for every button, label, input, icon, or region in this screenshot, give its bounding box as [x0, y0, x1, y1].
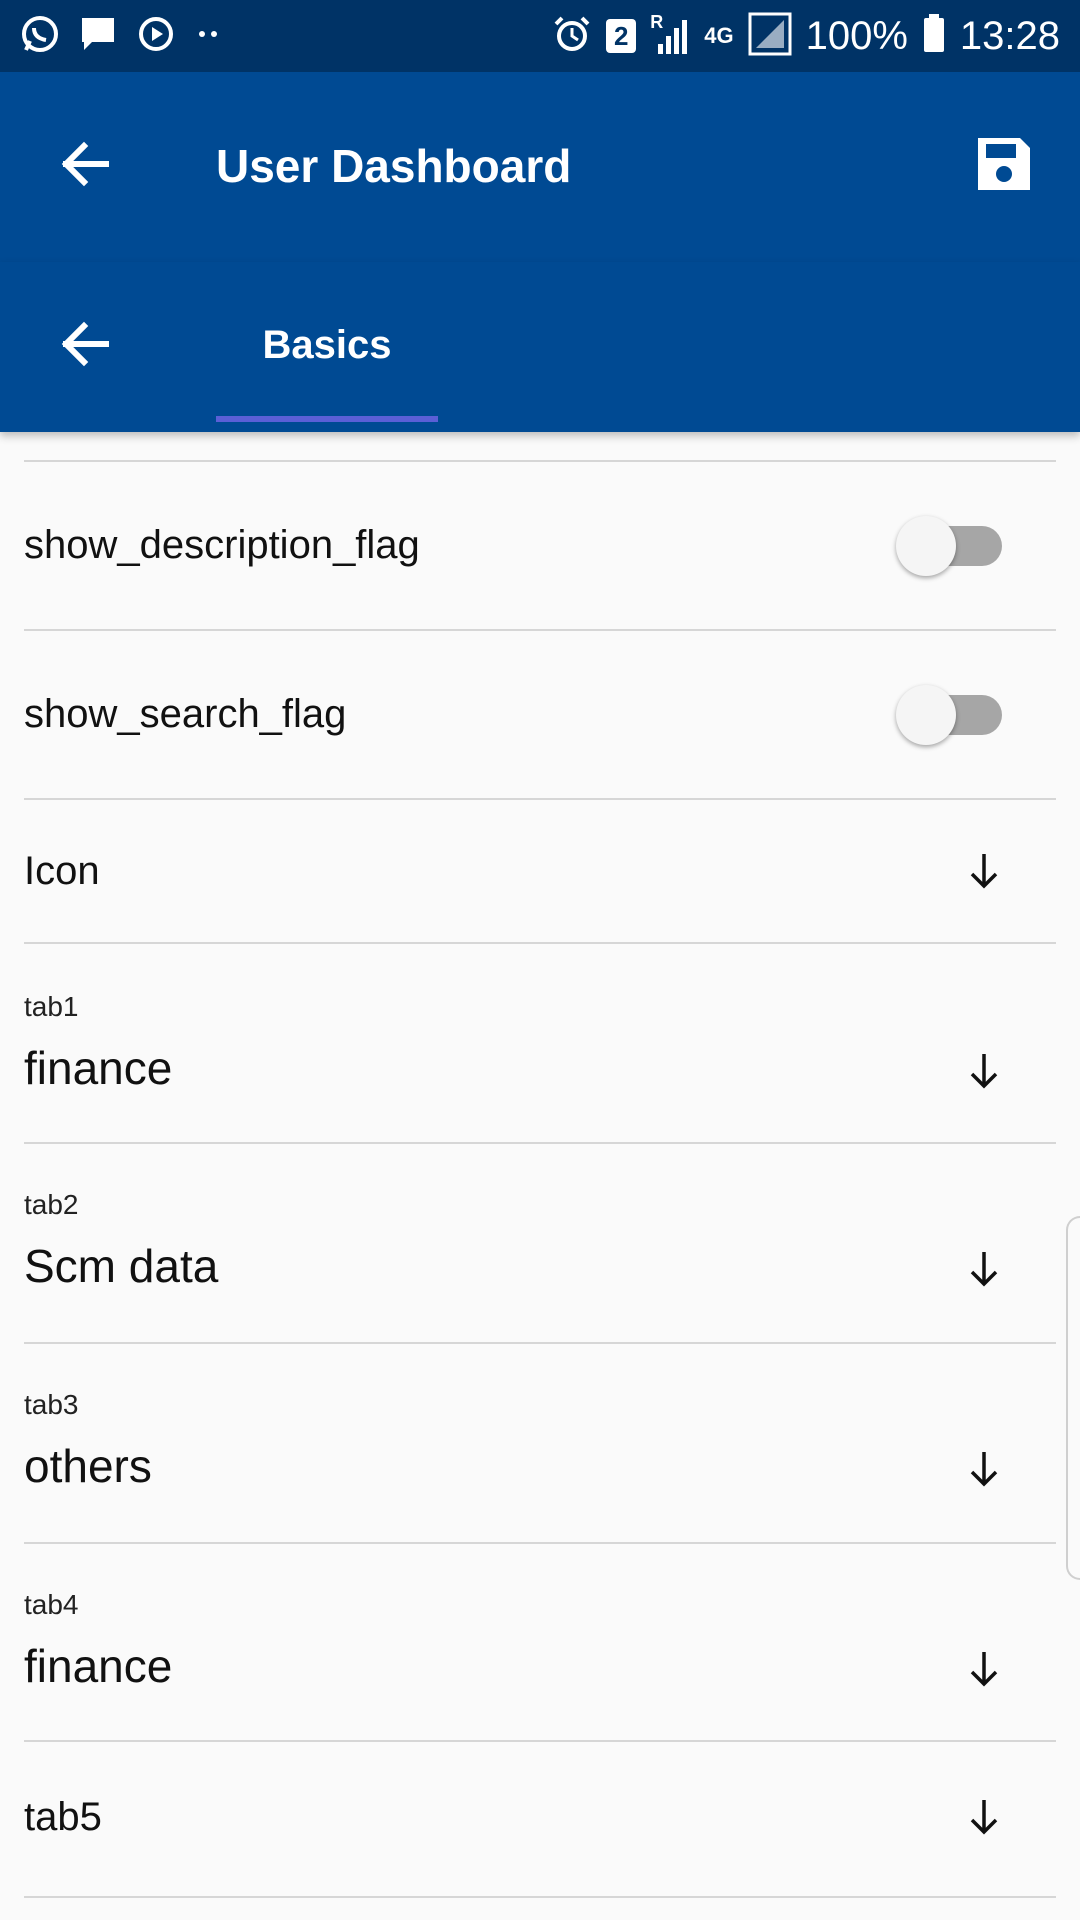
save-icon	[974, 134, 1034, 199]
tab-basics[interactable]: Basics	[216, 262, 438, 432]
show-search-toggle[interactable]	[896, 683, 1006, 747]
toggle-label: show_description_flag	[24, 523, 420, 567]
clock: 13:28	[959, 13, 1060, 58]
select-value: Scm data	[24, 1240, 219, 1292]
battery-percent: 100%	[805, 13, 908, 58]
toggle-thumb	[896, 516, 956, 576]
tab4-select[interactable]: tab4 finance	[0, 1544, 1080, 1742]
play-circle-icon	[136, 14, 176, 59]
arrow-down-icon	[960, 1792, 1008, 1840]
back-button[interactable]	[48, 130, 120, 202]
battery-icon	[922, 13, 946, 59]
select-label: tab3	[24, 1389, 79, 1420]
tab5-select[interactable]: tab5	[0, 1742, 1080, 1898]
arrow-down-icon	[960, 1046, 1008, 1094]
select-label: Icon	[24, 849, 100, 893]
whatsapp-icon	[20, 14, 60, 59]
arrow-down-icon	[960, 1644, 1008, 1692]
system-icons: 2 R 4G 100% 13:28	[552, 12, 1060, 60]
more-dots-icon	[194, 14, 224, 59]
select-label: tab5	[24, 1795, 102, 1839]
app-bar: User Dashboard	[0, 72, 1080, 262]
arrow-down-icon	[960, 846, 1008, 894]
select-label: tab4	[24, 1589, 79, 1620]
settings-list: show_description_flag show_search_flag I…	[0, 432, 1080, 1920]
icon-select[interactable]: Icon	[0, 800, 1080, 942]
tab1-select[interactable]: tab1 finance	[0, 944, 1080, 1142]
page-title: User Dashboard	[216, 140, 572, 192]
signal-icon: R	[650, 12, 690, 56]
select-value: finance	[24, 1042, 173, 1094]
list-item-show-search-flag: show_search_flag	[0, 631, 1080, 799]
scroll-handle[interactable]	[1066, 1216, 1080, 1580]
network-type: 4G	[704, 23, 734, 48]
arrow-down-icon	[960, 1444, 1008, 1492]
toggle-thumb	[896, 685, 956, 745]
list-item-show-description-flag: show_description_flag	[0, 462, 1080, 630]
select-label: tab1	[24, 991, 79, 1022]
signal-strength-icon	[748, 12, 792, 61]
select-value: finance	[24, 1640, 173, 1692]
arrow-left-icon	[56, 316, 112, 377]
message-icon	[78, 14, 118, 59]
tab3-select[interactable]: tab3 others	[0, 1344, 1080, 1542]
sim-badge: 2	[606, 19, 637, 53]
select-value: others	[24, 1440, 152, 1492]
show-description-toggle[interactable]	[896, 514, 1006, 578]
tab-indicator	[216, 416, 438, 422]
tab-bar: Basics	[0, 262, 1080, 432]
select-label: tab2	[24, 1189, 79, 1220]
arrow-left-icon	[56, 136, 112, 197]
notification-icons	[20, 12, 224, 60]
divider	[24, 1896, 1056, 1898]
alarm-icon	[552, 14, 592, 59]
tab-back-button[interactable]	[48, 310, 120, 382]
arrow-down-icon	[960, 1244, 1008, 1292]
toggle-label: show_search_flag	[24, 692, 347, 736]
status-bar: 2 R 4G 100% 13:28	[0, 0, 1080, 72]
save-button[interactable]	[968, 130, 1040, 202]
tab2-select[interactable]: tab2 Scm data	[0, 1144, 1080, 1342]
tab-label: Basics	[262, 323, 392, 367]
